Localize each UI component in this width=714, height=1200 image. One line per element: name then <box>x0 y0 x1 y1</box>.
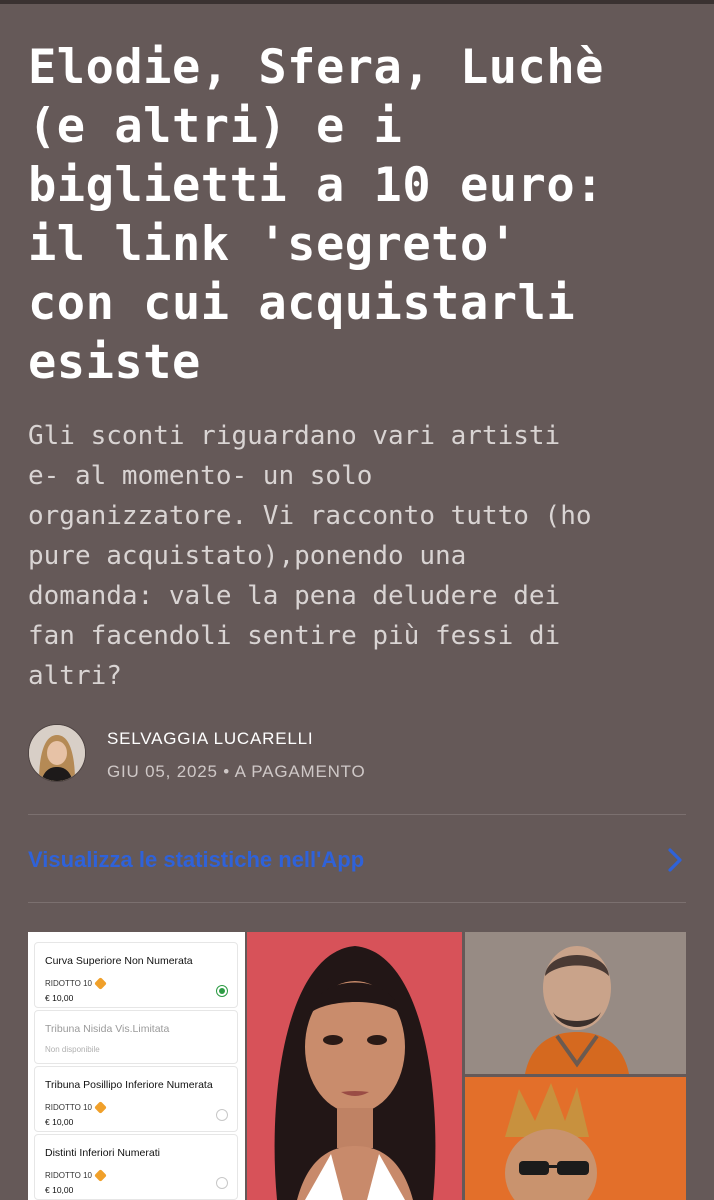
ticket-option: Distinti Inferiori Numerati RIDOTTO 10 €… <box>34 1134 238 1200</box>
top-border <box>0 0 714 4</box>
post-meta: GIU 05, 2025 • A PAGAMENTO <box>107 762 366 781</box>
article-title: Elodie, Sfera, Luchè (e altri) e i bigli… <box>28 40 604 390</box>
ticket-title: Tribuna Nisida Vis.Limitata <box>45 1023 170 1035</box>
price-tag-icon <box>94 977 107 990</box>
radio-selected-icon <box>216 985 228 997</box>
ticket-tag-label: RIDOTTO 10 <box>45 979 92 988</box>
article-cover-image[interactable]: Curva Superiore Non Numerata RIDOTTO 10 … <box>28 932 686 1200</box>
ticket-price: € 10,00 <box>45 1185 74 1195</box>
ticket-price: € 10,00 <box>45 993 74 1003</box>
author-avatar[interactable] <box>28 724 86 782</box>
ticket-option: Curva Superiore Non Numerata RIDOTTO 10 … <box>34 942 238 1008</box>
chevron-right-icon <box>668 848 682 872</box>
ticket-option: Tribuna Posillipo Inferiore Numerata RID… <box>34 1066 238 1132</box>
price-tag-icon <box>94 1169 107 1182</box>
artist-photo-man-1 <box>465 932 686 1074</box>
view-stats-in-app-link[interactable]: Visualizza le statistiche nell'App <box>28 833 686 887</box>
radio-unselected-icon <box>216 1109 228 1121</box>
ticket-tag: RIDOTTO 10 <box>45 977 107 990</box>
ticket-status: Non disponibile <box>45 1045 100 1054</box>
divider <box>28 814 686 815</box>
ticket-tag: RIDOTTO 10 <box>45 1169 107 1182</box>
ticket-tag-label: RIDOTTO 10 <box>45 1171 92 1180</box>
author-name[interactable]: SELVAGGIA LUCARELLI <box>107 729 313 749</box>
ticket-title: Distinti Inferiori Numerati <box>45 1147 160 1159</box>
price-tag-icon <box>94 1101 107 1114</box>
view-stats-label: Visualizza le statistiche nell'App <box>28 847 365 872</box>
author-byline: SELVAGGIA LUCARELLI GIU 05, 2025 • A PAG… <box>28 722 688 786</box>
ticket-tag: RIDOTTO 10 <box>45 1101 107 1114</box>
ticket-title: Curva Superiore Non Numerata <box>45 955 193 967</box>
ticket-title: Tribuna Posillipo Inferiore Numerata <box>45 1079 213 1091</box>
divider <box>28 902 686 903</box>
ticket-options-screenshot: Curva Superiore Non Numerata RIDOTTO 10 … <box>28 932 245 1200</box>
artist-photo-woman <box>247 932 462 1200</box>
ticket-tag-label: RIDOTTO 10 <box>45 1103 92 1112</box>
radio-unselected-icon <box>216 1177 228 1189</box>
ticket-price: € 10,00 <box>45 1117 74 1127</box>
ticket-option: Tribuna Nisida Vis.Limitata Non disponib… <box>34 1010 238 1064</box>
artist-photo-man-2 <box>465 1077 686 1200</box>
article-subtitle: Gli sconti riguardano vari artisti e- al… <box>28 421 592 691</box>
